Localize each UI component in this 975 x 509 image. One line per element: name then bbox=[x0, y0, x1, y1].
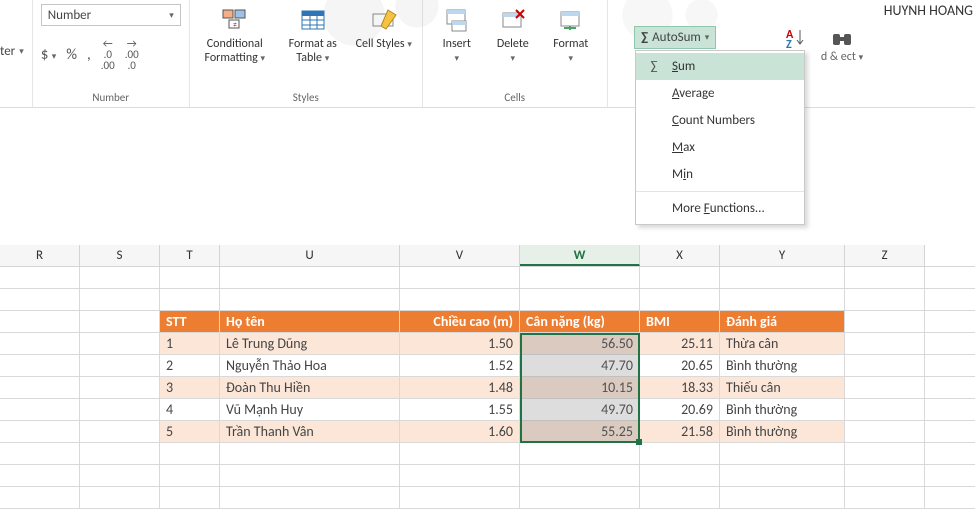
increase-decimal-button[interactable]: ←.0.00 bbox=[101, 38, 115, 71]
group-label-styles: Styles bbox=[198, 89, 414, 107]
sort-az-icon: AZ bbox=[784, 26, 808, 50]
svg-text:≠: ≠ bbox=[233, 20, 237, 30]
grid-row[interactable] bbox=[0, 487, 975, 509]
table-row[interactable]: 4 Vũ Mạnh Huy 1.55 49.70 20.69 Bình thườ… bbox=[0, 399, 975, 421]
conditional-formatting-button[interactable]: ≠ Conditional Formatting ▾ bbox=[198, 4, 272, 66]
grid-rows: STT Họ tên Chiều cao (m) Cân nặng (kg) B… bbox=[0, 267, 975, 509]
grid-row[interactable] bbox=[0, 267, 975, 289]
col-header-S[interactable]: S bbox=[80, 245, 160, 266]
chevron-down-icon: ▾ bbox=[705, 32, 710, 43]
col-header-T[interactable]: T bbox=[160, 245, 220, 266]
column-headers[interactable]: R S T U V W X Y Z bbox=[0, 245, 975, 267]
th-bmi: BMI bbox=[640, 311, 720, 332]
insert-cells-icon bbox=[441, 4, 473, 36]
col-header-W[interactable]: W bbox=[520, 245, 640, 266]
format-button[interactable]: Format▾ bbox=[543, 4, 599, 66]
sort-filter-button[interactable]: AZ bbox=[773, 26, 819, 50]
menu-item-sum[interactable]: ∑ Sum bbox=[636, 53, 804, 80]
table-header-row[interactable]: STT Họ tên Chiều cao (m) Cân nặng (kg) B… bbox=[0, 311, 975, 333]
col-header-Z[interactable]: Z bbox=[845, 245, 925, 266]
chevron-down-icon: ▾ bbox=[169, 10, 174, 21]
autosum-menu: ∑ Sum Average Count Numbers Max Min More… bbox=[635, 50, 805, 225]
th-stt: STT bbox=[160, 311, 220, 332]
binoculars-icon bbox=[830, 26, 854, 50]
decrease-decimal-button[interactable]: →.00.0 bbox=[125, 38, 139, 71]
insert-button[interactable]: Insert▾ bbox=[431, 4, 483, 66]
col-header-V[interactable]: V bbox=[400, 245, 520, 266]
center-button[interactable]: ter bbox=[0, 44, 15, 59]
grid-row[interactable] bbox=[0, 289, 975, 311]
group-label-number: Number bbox=[41, 89, 181, 107]
group-label-cells: Cells bbox=[431, 89, 599, 107]
th-note: Đánh giá bbox=[720, 311, 845, 332]
sigma-icon: ∑ bbox=[646, 59, 662, 74]
format-as-table-button[interactable]: Format as Table ▾ bbox=[276, 4, 350, 66]
menu-item-min[interactable]: Min bbox=[636, 161, 804, 188]
th-weight: Cân nặng (kg) bbox=[520, 311, 640, 332]
table-row[interactable]: 1 Lê Trung Dũng 1.50 56.50 25.11 Thừa câ… bbox=[0, 333, 975, 355]
delete-cells-icon bbox=[497, 4, 529, 36]
col-header-X[interactable]: X bbox=[640, 245, 720, 266]
find-select-button[interactable]: d & ect ▾ bbox=[820, 26, 864, 64]
grid-row[interactable] bbox=[0, 443, 975, 465]
menu-separator bbox=[636, 191, 804, 192]
menu-item-count[interactable]: Count Numbers bbox=[636, 107, 804, 134]
th-name: Họ tên bbox=[220, 311, 400, 332]
cell-styles-button[interactable]: Cell Styles ▾ bbox=[354, 4, 414, 52]
group-label-blank bbox=[0, 89, 24, 107]
col-header-R[interactable]: R bbox=[0, 245, 80, 266]
grid-row[interactable] bbox=[0, 465, 975, 487]
table-row[interactable]: 3 Đoàn Thu Hiền 1.48 10.15 18.33 Thiếu c… bbox=[0, 377, 975, 399]
format-as-table-icon bbox=[297, 4, 329, 36]
comma-style-button[interactable]: , bbox=[87, 46, 91, 64]
worksheet-grid[interactable]: R S T U V W X Y Z STT Họ tên Chiều cao (… bbox=[0, 145, 975, 500]
conditional-formatting-icon: ≠ bbox=[219, 4, 251, 36]
number-format-select[interactable]: Number ▾ bbox=[41, 4, 181, 26]
col-header-Y[interactable]: Y bbox=[720, 245, 845, 266]
menu-item-max[interactable]: Max bbox=[636, 134, 804, 161]
delete-button[interactable]: Delete▾ bbox=[487, 4, 539, 66]
cell-styles-icon bbox=[368, 4, 400, 36]
menu-item-more-functions[interactable]: More Functions... bbox=[636, 195, 804, 222]
autosum-button[interactable]: ∑ AutoSum ▾ bbox=[634, 26, 716, 49]
table-row[interactable]: 2 Nguyễn Thảo Hoa 1.52 47.70 20.65 Bình … bbox=[0, 355, 975, 377]
table-row[interactable]: 5 Trần Thanh Vân 1.60 55.25 21.58 Bình t… bbox=[0, 421, 975, 443]
dropdown-arrow-icon: ▾ bbox=[19, 46, 24, 57]
col-header-U[interactable]: U bbox=[220, 245, 400, 266]
percent-button[interactable]: % bbox=[66, 46, 77, 64]
th-height: Chiều cao (m) bbox=[400, 311, 520, 332]
menu-item-average[interactable]: Average bbox=[636, 80, 804, 107]
sigma-icon: ∑ bbox=[641, 30, 648, 45]
accounting-format-button[interactable]: $ ▾ bbox=[41, 46, 57, 64]
format-cells-icon bbox=[555, 4, 587, 36]
svg-text:Z: Z bbox=[786, 38, 792, 50]
